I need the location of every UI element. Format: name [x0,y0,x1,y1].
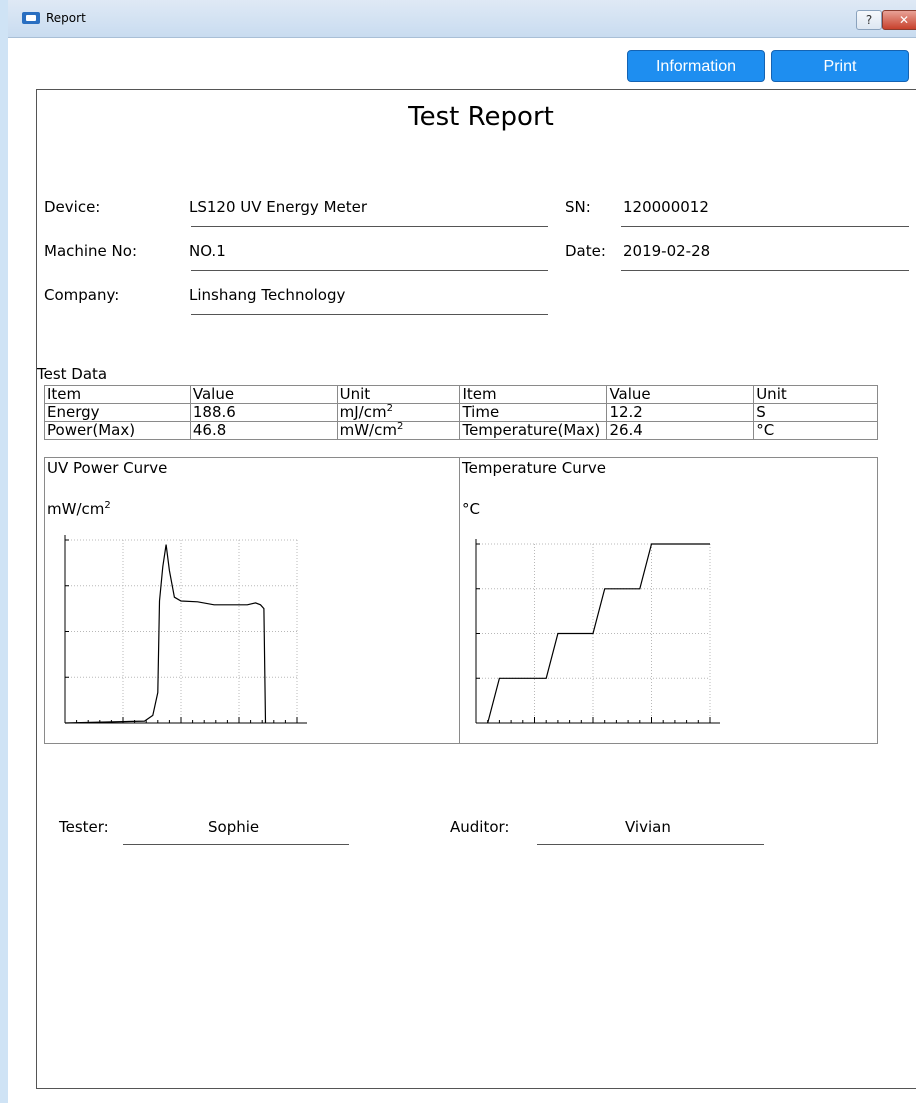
auditor-value: Vivian [625,818,671,836]
series-line [64,544,267,724]
header-cell: Value [189,385,338,404]
table-row: Energy 188.6 mJ/cm2 Time 12.2 S [44,403,878,422]
table-cell: S [753,403,878,422]
unit-sup: 2 [396,421,404,432]
company-value: Linshang Technology [189,286,346,304]
report-title: Test Report [408,102,554,132]
machine-value: NO.1 [189,242,226,260]
table-cell: 188.6 [189,403,338,422]
tester-underline [123,844,349,845]
uv-curve-panel: UV Power Curve mW/cm2 [44,457,460,744]
table-cell: Time [459,403,608,422]
sn-label: SN: [565,198,591,216]
information-button[interactable]: Information [627,50,765,82]
date-label: Date: [565,242,606,260]
table-header-row: Item Value Unit Item Value Unit [44,385,878,404]
table-cell: 12.2 [606,403,755,422]
sn-underline [621,226,909,227]
table-cell: 46.8 [189,421,338,440]
auditor-underline [537,844,764,845]
table-cell: Energy [44,403,191,422]
title-bar: Report ? ✕ [8,0,916,38]
header-cell: Item [459,385,608,404]
tester-value: Sophie [208,818,260,836]
temperature-curve-panel: Temperature Curve °C [459,457,878,744]
machine-underline [191,270,548,271]
test-data-table: Item Value Unit Item Value Unit Energy 1… [44,385,878,440]
device-label: Device: [44,198,101,216]
device-underline [191,226,548,227]
close-button[interactable]: ✕ [882,10,916,30]
test-data-label: Test Data [37,365,108,383]
header-cell: Unit [336,385,461,404]
report-window: Report ? ✕ Information Print Test Report… [0,0,916,1103]
date-value: 2019-02-28 [623,242,711,260]
sn-value: 120000012 [623,198,709,216]
device-value: LS120 UV Energy Meter [189,198,368,216]
table-cell: mJ/cm2 [336,403,461,422]
table-cell: Temperature(Max) [459,421,608,440]
help-button[interactable]: ? [856,10,882,30]
company-underline [191,314,548,315]
uv-power-chart [64,535,307,724]
company-label: Company: [44,286,120,304]
app-icon [22,12,40,24]
table-cell: 26.4 [606,421,755,440]
unit-sup: 2 [386,403,393,414]
table-row: Power(Max) 46.8 mW/cm2 Temperature(Max) … [44,421,878,440]
header-cell: Unit [753,385,878,404]
table-cell: mW/cm2 [336,421,461,440]
auditor-label: Auditor: [450,818,510,836]
temperature-chart [475,539,720,724]
header-cell: Value [606,385,755,404]
table-cell: Power(Max) [44,421,191,440]
machine-label: Machine No: [44,242,138,260]
tester-label: Tester: [59,818,109,836]
unit-text: mJ/cm [339,403,387,421]
header-cell: Item [44,385,191,404]
table-cell: °C [753,421,878,440]
unit-text: mW/cm [339,421,397,439]
print-button[interactable]: Print [771,50,909,82]
date-underline [621,270,909,271]
report-sheet: Test Report Device: LS120 UV Energy Mete… [36,89,916,1089]
window-title: Report [46,11,86,25]
